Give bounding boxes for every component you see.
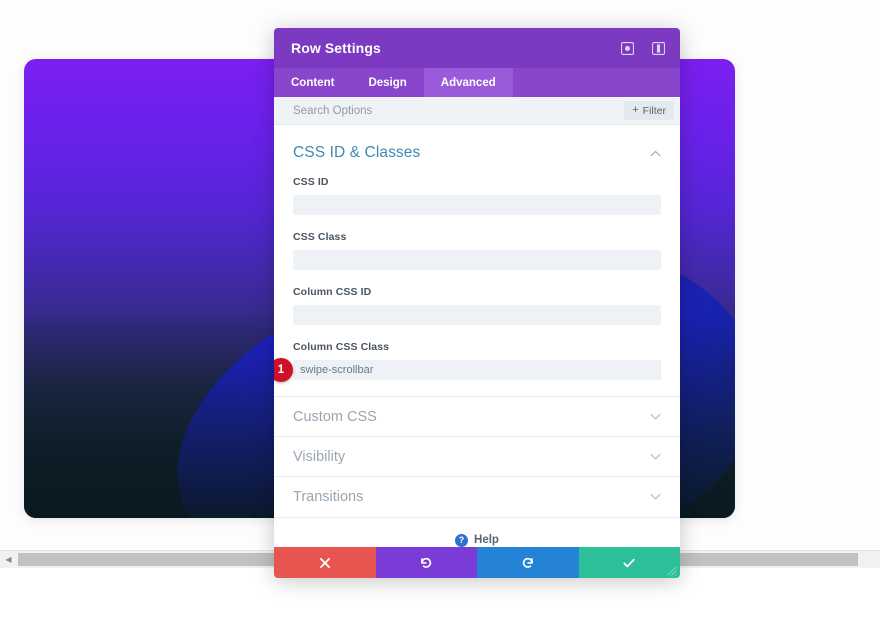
section-title: CSS ID & Classes: [293, 144, 421, 161]
section-transitions[interactable]: Transitions: [274, 476, 680, 516]
column-css-class-input[interactable]: [293, 360, 661, 380]
modal-tabs: Content Design Advanced: [274, 68, 680, 97]
cancel-button[interactable]: [274, 547, 376, 578]
section-title: Transitions: [293, 488, 364, 505]
redo-button[interactable]: [477, 547, 579, 578]
field-css-class: CSS Class: [293, 231, 661, 270]
field-label: CSS Class: [293, 231, 347, 243]
help-label[interactable]: Help: [474, 534, 499, 546]
css-class-input[interactable]: [293, 250, 661, 270]
filter-button[interactable]: + Filter: [624, 101, 674, 120]
save-button[interactable]: [578, 547, 680, 578]
chevron-down-icon[interactable]: [650, 413, 661, 420]
chevron-up-icon[interactable]: [650, 150, 661, 157]
resize-handle-icon[interactable]: [666, 565, 678, 577]
modal-header: Row Settings: [274, 28, 680, 68]
fullscreen-icon[interactable]: [619, 40, 636, 57]
modal-footer: [274, 547, 680, 578]
section-title: Visibility: [293, 448, 346, 465]
plus-icon: +: [632, 104, 639, 116]
chevron-down-icon[interactable]: [650, 493, 661, 500]
css-fields-group: CSS ID CSS Class Column CSS ID Column CS…: [274, 176, 680, 382]
modal-header-actions: [619, 40, 667, 57]
column-css-id-input[interactable]: [293, 305, 661, 325]
scrollbar-left-arrow-icon[interactable]: ◀: [0, 551, 17, 568]
section-custom-css[interactable]: Custom CSS: [274, 396, 680, 436]
section-visibility[interactable]: Visibility: [274, 436, 680, 476]
field-column-css-id: Column CSS ID: [293, 286, 661, 325]
row-settings-modal: Row Settings Content Design Advanced Sea…: [274, 28, 680, 578]
layout-panel-icon[interactable]: [650, 40, 667, 57]
search-bar: + Filter: [274, 97, 680, 125]
filter-button-label: Filter: [642, 104, 666, 117]
modal-body: CSS ID & Classes CSS ID CSS Class Column…: [274, 125, 680, 547]
tab-content[interactable]: Content: [274, 68, 351, 97]
tab-advanced[interactable]: Advanced: [423, 68, 513, 97]
callout-badge-1: 1: [274, 358, 293, 382]
field-label: Column CSS ID: [293, 286, 372, 298]
field-css-id: CSS ID: [293, 176, 661, 215]
chevron-down-icon[interactable]: [650, 453, 661, 460]
section-title: Custom CSS: [293, 408, 377, 425]
section-css-id-classes-header[interactable]: CSS ID & Classes: [274, 125, 680, 176]
undo-button[interactable]: [375, 547, 477, 578]
help-icon: ?: [455, 533, 469, 547]
tab-design[interactable]: Design: [351, 68, 423, 97]
field-label: CSS ID: [293, 176, 329, 188]
search-input[interactable]: [293, 104, 625, 117]
modal-title: Row Settings: [291, 40, 381, 56]
css-id-input[interactable]: [293, 195, 661, 215]
field-label: Column CSS Class: [293, 341, 390, 353]
field-column-css-class: Column CSS Class 1: [274, 341, 661, 382]
help-row[interactable]: ? Help: [274, 517, 680, 547]
screen-root: ◀ Row Settings Content Design Advanced S…: [0, 0, 880, 618]
